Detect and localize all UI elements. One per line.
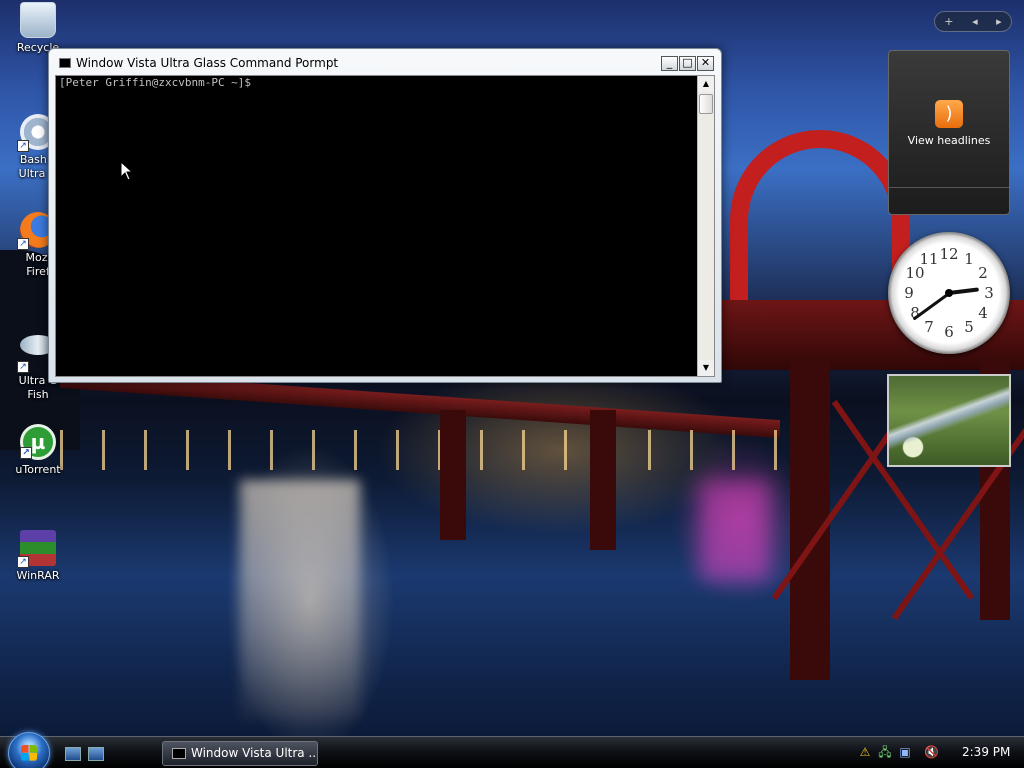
security-shield-icon[interactable]: ⚠ [858, 744, 872, 760]
vertical-scrollbar[interactable]: ▲ ▼ [697, 76, 714, 376]
clock-center-pin [945, 289, 953, 297]
bridge-arch [730, 130, 910, 370]
taskbar-button-command-prompt[interactable]: Window Vista Ultra ... [162, 741, 318, 766]
shortcut-arrow-icon: ↗ [17, 361, 29, 373]
scroll-down-button[interactable]: ▼ [698, 360, 714, 376]
start-button[interactable] [8, 732, 50, 768]
utorrent-icon: µ ↗ [20, 424, 56, 460]
console-icon [59, 58, 71, 68]
slideshow-gadget[interactable] [887, 374, 1011, 467]
scroll-thumb[interactable] [699, 94, 713, 114]
clock-number: 2 [978, 264, 988, 282]
city-lights [60, 430, 780, 470]
bridge-pier [440, 410, 466, 540]
view-headlines-link[interactable]: View headlines [889, 134, 1009, 147]
gadget-divider [889, 187, 1009, 188]
winrar-icon: ↗ [17, 530, 56, 568]
add-gadget-button[interactable]: + [944, 15, 953, 28]
shortcut-arrow-icon: ↗ [20, 447, 32, 459]
clock-number: 5 [964, 318, 974, 336]
clock-number: 11 [919, 250, 939, 268]
water-reflection-pink [700, 480, 770, 580]
windows-logo-icon [21, 745, 37, 761]
previous-page-button[interactable]: ◂ [972, 15, 978, 28]
desktop-icon-winrar[interactable]: ↗ WinRAR [0, 530, 76, 583]
clock-number: 6 [944, 323, 954, 341]
console-area[interactable]: [Peter Griffin@zxcvbnm-PC ~]$ ▲ ▼ [55, 75, 715, 377]
scroll-up-button[interactable]: ▲ [698, 76, 714, 92]
taskbar-clock[interactable]: 2:39 PM [962, 745, 1010, 759]
switch-windows-icon[interactable] [88, 747, 104, 761]
utorrent-glyph: µ [30, 430, 46, 454]
rss-icon: ) [935, 100, 963, 128]
desktop-icon-utorrent[interactable]: µ ↗ uTorrent [0, 424, 76, 477]
clock-number: 3 [984, 284, 994, 302]
maximize-button[interactable]: □ [679, 56, 696, 71]
shortcut-arrow-icon: ↗ [17, 556, 29, 568]
system-tray: ⚠ 🖧 ▣ 🔇 [852, 742, 962, 764]
windows-update-icon[interactable]: ▣ [898, 744, 912, 760]
close-button[interactable]: ✕ [697, 56, 714, 71]
mouse-pointer-icon [120, 161, 134, 181]
shortcut-arrow-icon: ↗ [17, 238, 29, 250]
shortcut-arrow-icon: ↗ [17, 140, 29, 152]
minimize-button[interactable]: _ [661, 56, 678, 71]
window-title: Window Vista Ultra Glass Command Pormpt [76, 56, 339, 70]
clock-number: 12 [939, 245, 959, 263]
volume-muted-icon[interactable]: 🔇 [924, 744, 939, 760]
clock-gadget[interactable]: 12 1 2 3 4 5 6 7 8 9 10 11 [888, 232, 1010, 354]
console-prompt: [Peter Griffin@zxcvbnm-PC ~]$ [59, 76, 252, 89]
desktop-icon-label: WinRAR [16, 569, 60, 582]
console-icon [172, 748, 186, 759]
taskbar-button-label: Window Vista Ultra ... [191, 746, 318, 760]
window-titlebar[interactable]: Window Vista Ultra Glass Command Pormpt … [49, 49, 721, 75]
taskbar: Window Vista Ultra ... ⚠ 🖧 ▣ 🔇 2:39 PM [0, 732, 1024, 768]
next-page-button[interactable]: ▸ [996, 15, 1002, 28]
command-prompt-window[interactable]: Window Vista Ultra Glass Command Pormpt … [48, 48, 722, 383]
bridge-pier [790, 360, 830, 680]
sidebar-controls: + ◂ ▸ [934, 11, 1012, 32]
feed-headlines-gadget[interactable]: ) View headlines [888, 50, 1010, 215]
bridge-pier [590, 410, 616, 550]
clock-number: 9 [904, 284, 914, 302]
network-icon[interactable]: 🖧 [878, 744, 892, 760]
show-desktop-icon[interactable] [65, 747, 81, 761]
water-reflection [240, 480, 360, 720]
recycle-bin-icon [20, 2, 56, 38]
desktop-icon-label: uTorrent [15, 463, 61, 476]
